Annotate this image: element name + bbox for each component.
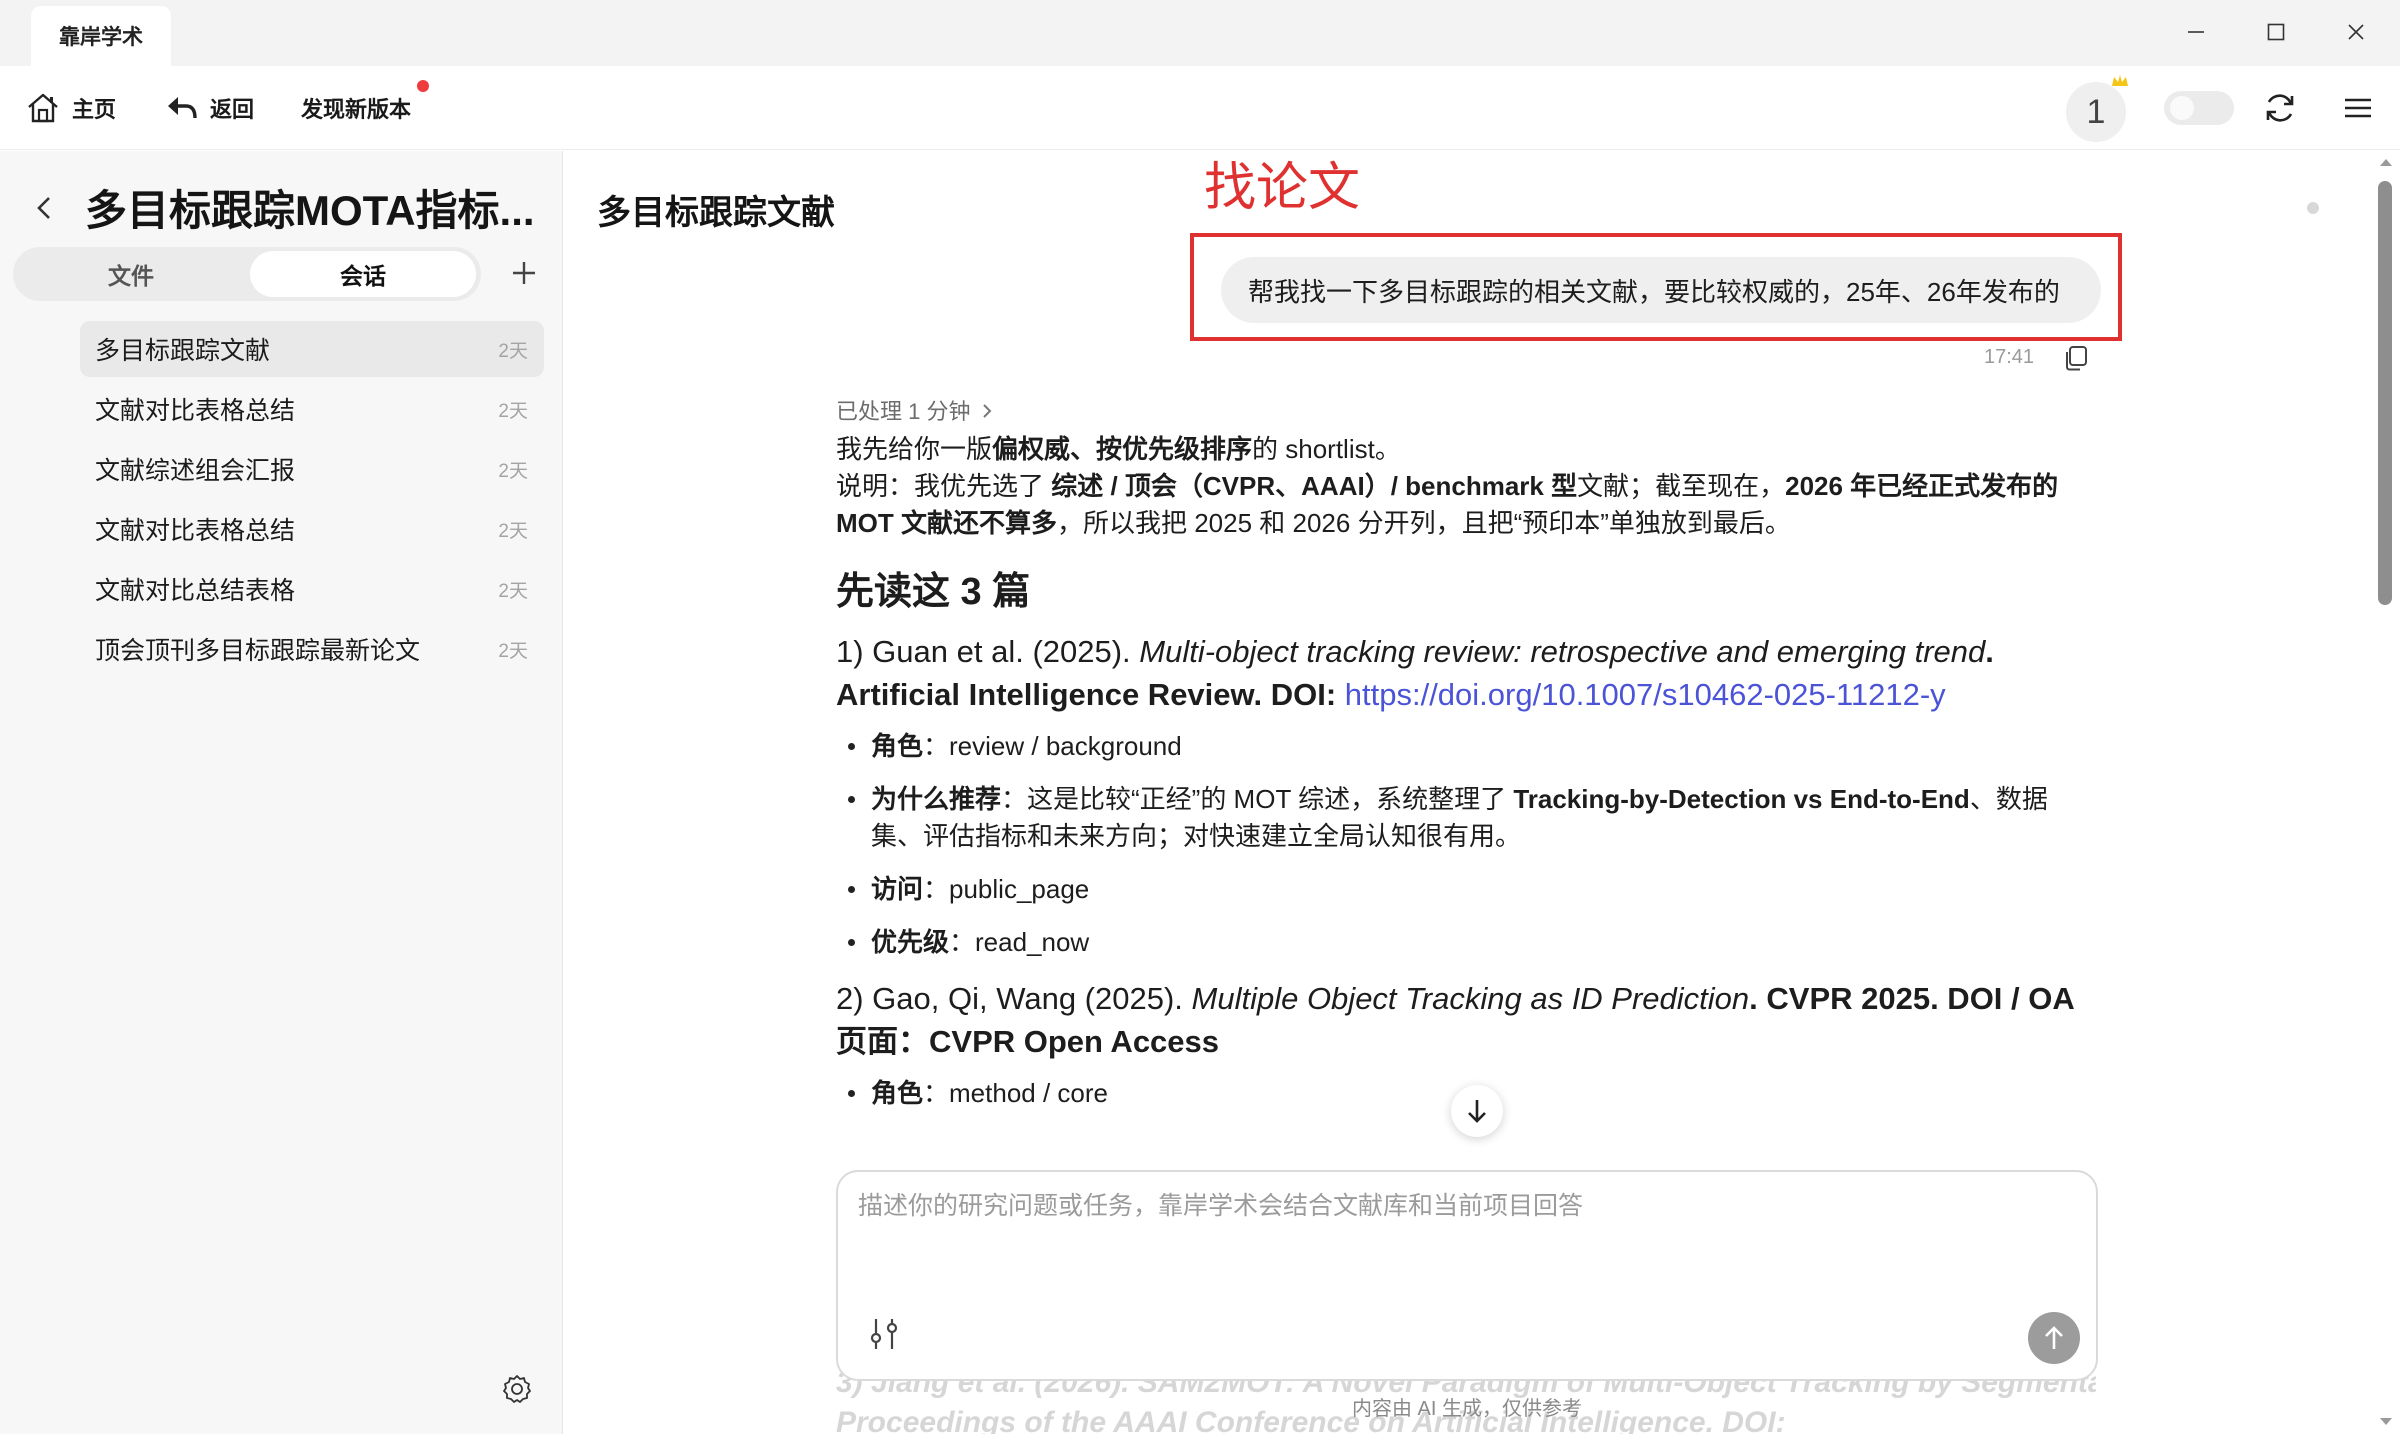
- close-window-button[interactable]: [2326, 10, 2386, 54]
- annotation-label: 找论文: [1204, 159, 1361, 217]
- home-button[interactable]: 主页: [26, 66, 116, 150]
- message-input[interactable]: [858, 1186, 2068, 1296]
- minimize-button[interactable]: [2166, 10, 2226, 54]
- menu-button[interactable]: [2328, 86, 2388, 130]
- conversation-title: 文献综述组会汇报: [95, 457, 296, 485]
- list-item: 访问：public_page: [836, 871, 2096, 908]
- tab-conversations[interactable]: 会话: [250, 251, 476, 297]
- scroll-to-bottom-button[interactable]: [1451, 1085, 1503, 1137]
- new-version-button[interactable]: 发现新版本: [301, 66, 411, 150]
- refresh-icon: [2266, 94, 2294, 122]
- message-timestamp: 17:41: [1984, 346, 2035, 368]
- back-arrow-icon: [168, 97, 197, 119]
- mode-toggle[interactable]: [2164, 91, 2234, 125]
- user-message-bubble: 帮我找一下多目标跟踪的相关文献，要比较权威的，25年、26年发布的: [1221, 257, 2101, 323]
- main-scrollbar[interactable]: [2375, 151, 2400, 1434]
- reference-1-details: 角色：review / background 为什么推荐：这是比较“正经”的 M…: [836, 728, 2096, 961]
- doi-link[interactable]: https://doi.org/10.1007/s10462-025-11212…: [1345, 677, 1946, 712]
- home-icon: [28, 93, 58, 123]
- conversation-age: 2天: [498, 400, 528, 422]
- new-version-label: 发现新版本: [301, 97, 412, 122]
- conversation-list: 多目标跟踪文献 2天 文献对比表格总结 2天 文献综述组会汇报 2天 文献对比表…: [80, 321, 544, 681]
- back-button[interactable]: 返回: [166, 66, 254, 150]
- reference-1: 1) Guan et al. (2025). Multi-object trac…: [836, 634, 1994, 712]
- conversation-item[interactable]: 文献综述组会汇报 2天: [80, 441, 544, 497]
- back-label: 返回: [210, 97, 255, 122]
- conversation-title-heading: 多目标跟踪文献: [597, 194, 835, 232]
- status-dot: [2307, 202, 2319, 214]
- plus-icon: [513, 262, 535, 284]
- ai-disclaimer: 内容由 AI 生成，仅供参考: [1351, 1398, 1582, 1420]
- intro-line-1: 我先给你一版偏权威、按优先级排序的 shortlist。: [836, 434, 1401, 464]
- conversation-item[interactable]: 文献对比表格总结 2天: [80, 381, 544, 437]
- assistant-answer: 已处理 1 分钟 我先给你一版偏权威、按优先级排序的 shortlist。 说明…: [836, 391, 2096, 1128]
- menu-icon: [2345, 98, 2371, 118]
- processed-label: 已处理 1 分钟: [836, 398, 971, 424]
- copy-icon[interactable]: [2061, 343, 2091, 373]
- send-button[interactable]: [2028, 1312, 2080, 1364]
- refresh-button[interactable]: [2250, 86, 2310, 130]
- scroll-down-arrow-icon[interactable]: [2378, 1416, 2394, 1428]
- message-composer: [836, 1170, 2098, 1381]
- conversation-title: 文献对比表格总结: [95, 517, 296, 545]
- conversation-age: 2天: [498, 580, 528, 602]
- conversation-age: 2天: [498, 520, 528, 542]
- scroll-up-arrow-icon[interactable]: [2378, 156, 2394, 168]
- title-bar: 靠岸学术: [0, 0, 2400, 66]
- project-title: 多目标跟踪MOTA指标...: [85, 187, 535, 234]
- conversation-title: 文献对比总结表格: [95, 577, 296, 605]
- new-conversation-button[interactable]: [502, 251, 546, 295]
- conversation-item[interactable]: 文献对比表格总结 2天: [80, 501, 544, 557]
- notification-dot: [417, 80, 429, 92]
- gear-icon: [503, 1375, 531, 1403]
- tune-icon[interactable]: [868, 1316, 900, 1352]
- maximize-icon: [2267, 23, 2285, 41]
- maximize-button[interactable]: [2246, 10, 2306, 54]
- main-panel: 多目标跟踪文献 找论文 帮我找一下多目标跟踪的相关文献，要比较权威的，25年、2…: [564, 151, 2400, 1434]
- list-item: 为什么推荐：这是比较“正经”的 MOT 综述，系统整理了 Tracking-by…: [836, 781, 2096, 855]
- conversation-age: 2天: [498, 640, 528, 662]
- app-window: 靠岸学术 主页 返回 发现新版本 1 多目标跟踪MOTA指标... 文件 会话 …: [0, 0, 2400, 1434]
- app-tab[interactable]: 靠岸学术: [31, 6, 171, 66]
- home-label: 主页: [72, 97, 117, 122]
- crown-icon: [2112, 75, 2128, 86]
- toolbar: 主页 返回 发现新版本 1: [0, 66, 2400, 150]
- chevron-right-icon: [983, 404, 992, 418]
- task-counter-value: 1: [2086, 92, 2106, 131]
- tab-files[interactable]: 文件: [18, 251, 244, 297]
- chevron-left-icon[interactable]: [32, 193, 58, 223]
- list-item: 优先级：read_now: [836, 924, 2096, 961]
- send-arrow-icon: [2045, 1326, 2063, 1349]
- conversation-age: 2天: [498, 340, 528, 362]
- arrow-down-icon: [1468, 1100, 1486, 1123]
- conversation-age: 2天: [498, 460, 528, 482]
- processing-summary[interactable]: 已处理 1 分钟: [836, 391, 2096, 431]
- sidebar: 多目标跟踪MOTA指标... 文件 会话 多目标跟踪文献 2天 文献对比表格总结…: [0, 151, 563, 1434]
- sidebar-segmented-control: 文件 会话: [13, 247, 481, 301]
- conversation-item[interactable]: 文献对比总结表格 2天: [80, 561, 544, 617]
- conversation-item[interactable]: 多目标跟踪文献 2天: [80, 321, 544, 377]
- section-heading: 先读这 3 篇: [836, 571, 1031, 613]
- conversation-title: 文献对比表格总结: [95, 397, 296, 425]
- scrollbar-thumb[interactable]: [2378, 181, 2392, 605]
- conversation-item[interactable]: 顶会顶刊多目标跟踪最新论文 2天: [80, 621, 544, 677]
- minimize-icon: [2188, 31, 2204, 33]
- close-icon: [2348, 24, 2364, 40]
- conversation-title: 多目标跟踪文献: [95, 337, 271, 365]
- toggle-knob: [2170, 96, 2194, 120]
- settings-button[interactable]: [497, 1369, 537, 1409]
- list-item: 角色：review / background: [836, 728, 2096, 765]
- reference-2: 2) Gao, Qi, Wang (2025). Multiple Object…: [836, 981, 2074, 1059]
- intro-line-2: 说明：我优先选了 综述 / 顶会（CVPR、AAAI）/ benchmark 型…: [836, 471, 2059, 538]
- conversation-title: 顶会顶刊多目标跟踪最新论文: [95, 637, 421, 665]
